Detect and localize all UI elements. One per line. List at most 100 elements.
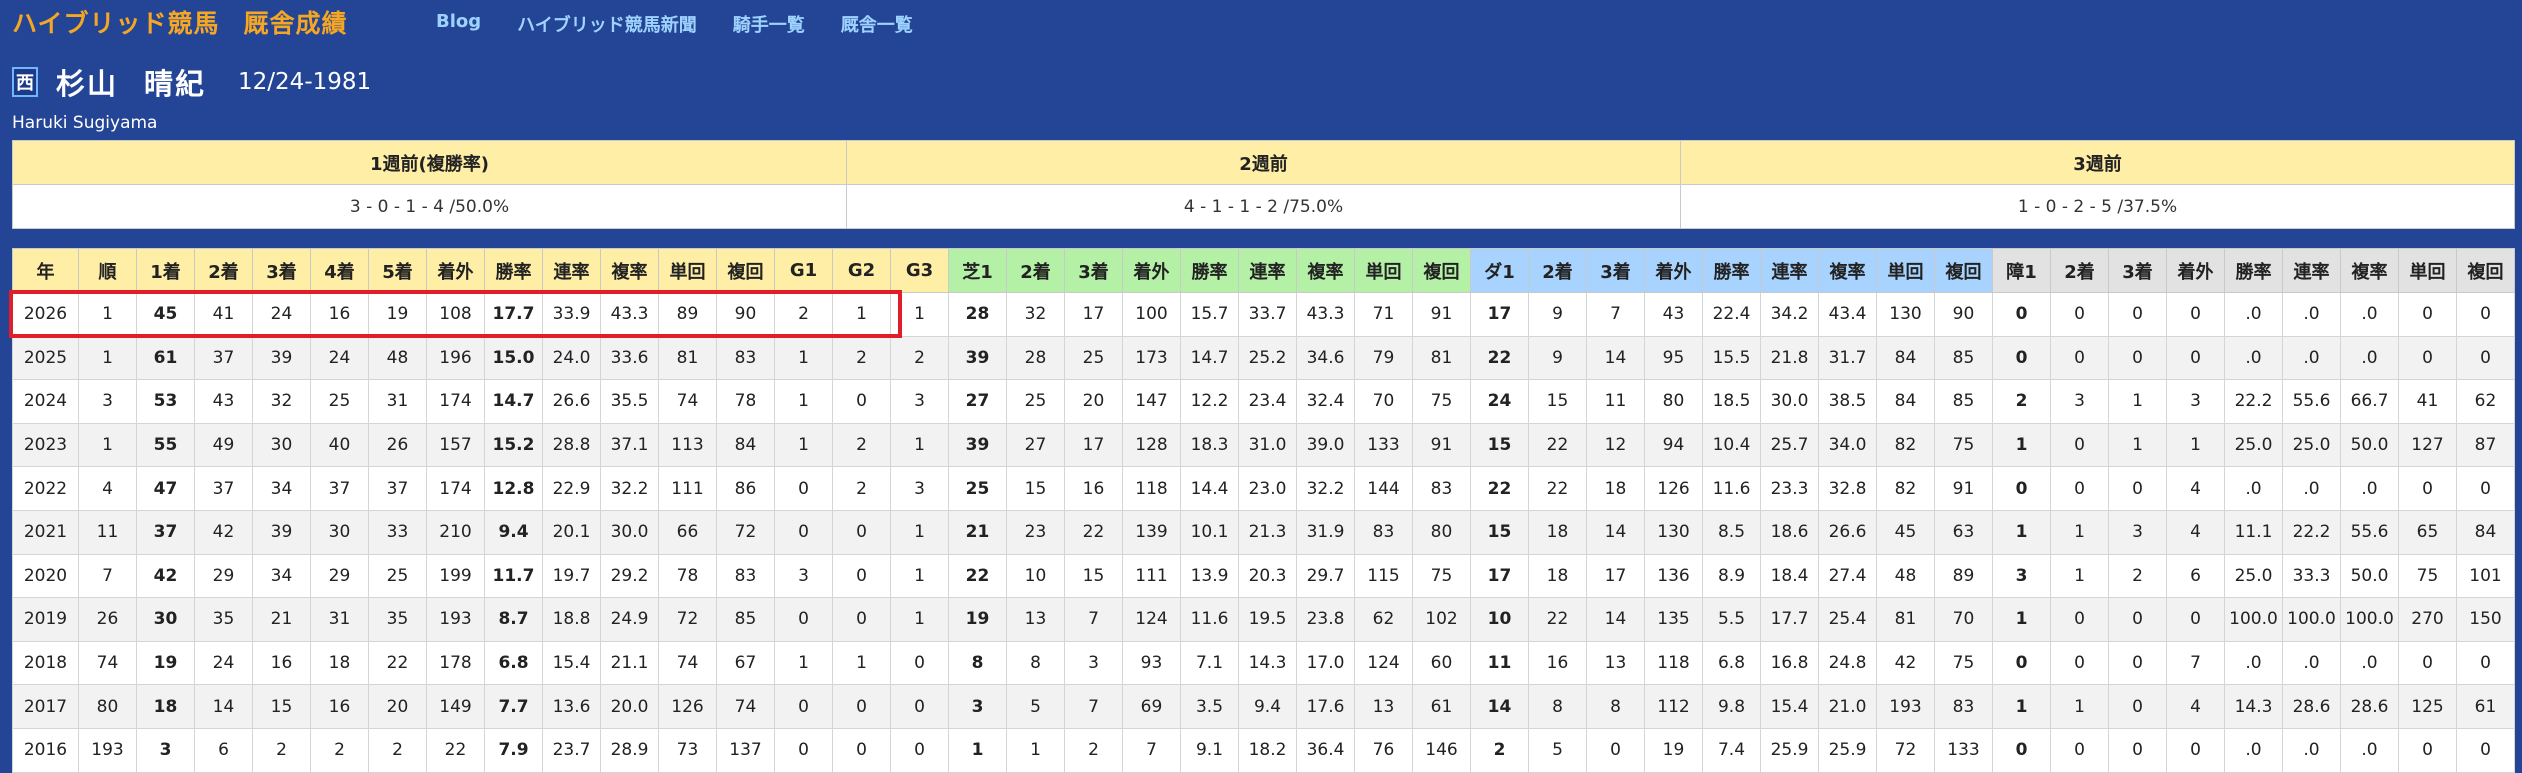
stats-header-1[interactable]: 順: [78, 248, 137, 293]
stats-header-21[interactable]: 連率: [1238, 248, 1297, 293]
stats-cell: 108: [426, 292, 485, 337]
stats-header-6[interactable]: 5着: [368, 248, 427, 293]
stats-header-42[interactable]: 複回: [2456, 248, 2515, 293]
stats-header-11[interactable]: 単回: [658, 248, 717, 293]
stats-header-27[interactable]: 3着: [1586, 248, 1645, 293]
stats-header-22[interactable]: 複率: [1296, 248, 1355, 293]
stats-header-36[interactable]: 3着: [2108, 248, 2167, 293]
stats-cell: 17.0: [1296, 640, 1355, 686]
stats-cell: 8: [948, 640, 1007, 686]
stats-cell: 2017: [12, 684, 79, 729]
stats-header-4[interactable]: 3着: [252, 248, 311, 293]
stats-cell: 9.4: [1238, 684, 1297, 729]
stats-header-19[interactable]: 着外: [1122, 248, 1181, 293]
stats-cell: 32.2: [600, 466, 659, 511]
stats-cell: 33: [368, 509, 427, 555]
nav-jockey-list[interactable]: 騎手一覧: [733, 11, 805, 37]
stats-cell: 7.9: [484, 727, 543, 773]
stats-cell: 29: [310, 553, 369, 599]
stats-cell: 0: [832, 553, 891, 599]
jockey-name: 杉山 晴紀: [56, 61, 206, 103]
stats-header-40[interactable]: 複率: [2340, 248, 2399, 293]
stats-cell: 118: [1644, 640, 1703, 686]
stats-header-33[interactable]: 複回: [1934, 248, 1993, 293]
stats-cell: 3: [2050, 379, 2109, 424]
stats-header-0[interactable]: 年: [12, 248, 79, 293]
stats-cell: 67: [716, 640, 775, 686]
stats-header-25[interactable]: ダ1: [1470, 248, 1529, 293]
stats-header-row: 年順 1着 2着 3着 4着 5着 着外 勝率 連率 複率 単回 複回 G1 G2 G3 芝1 2着 3着 着外 勝率…: [12, 248, 2515, 293]
stats-cell: 81: [1412, 335, 1471, 381]
week-3-value: 1 - 0 - 2 - 5 /37.5%: [1680, 184, 2515, 229]
stats-cell: 0: [2108, 684, 2167, 729]
stats-cell: 13: [1006, 597, 1065, 642]
stats-cell: 2019: [12, 597, 79, 642]
stats-cell: 83: [716, 553, 775, 599]
stats-cell: 90: [1934, 292, 1993, 337]
brand-name: ハイブリッド競馬: [12, 9, 220, 38]
stats-cell: 10.4: [1702, 422, 1761, 468]
stats-header-9[interactable]: 連率: [542, 248, 601, 293]
stats-header-7[interactable]: 着外: [426, 248, 485, 293]
stats-header-18[interactable]: 3着: [1064, 248, 1123, 293]
nav-blog[interactable]: Blog: [436, 11, 481, 37]
stats-header-15[interactable]: G3: [890, 248, 949, 293]
stats-header-17[interactable]: 2着: [1006, 248, 1065, 293]
stats-header-14[interactable]: G2: [832, 248, 891, 293]
stats-header-37[interactable]: 着外: [2166, 248, 2225, 293]
stats-cell: 3: [1064, 640, 1123, 686]
stats-cell: 2: [832, 466, 891, 511]
nav-stable-list[interactable]: 厩舎一覧: [841, 11, 913, 37]
stats-header-32[interactable]: 単回: [1876, 248, 1935, 293]
stats-header-34[interactable]: 障1: [1992, 248, 2051, 293]
stats-cell: 18.6: [1760, 509, 1819, 555]
stats-cell: 17.7: [1760, 597, 1819, 642]
stats-cell: 0: [2398, 466, 2457, 511]
stats-header-38[interactable]: 勝率: [2224, 248, 2283, 293]
stats-header-26[interactable]: 2着: [1528, 248, 1587, 293]
stats-header-20[interactable]: 勝率: [1180, 248, 1239, 293]
stats-header-5[interactable]: 4着: [310, 248, 369, 293]
stats-header-8[interactable]: 勝率: [484, 248, 543, 293]
week-3-header: 3週前: [1680, 140, 2515, 185]
stats-header-29[interactable]: 勝率: [1702, 248, 1761, 293]
stats-header-31[interactable]: 複率: [1818, 248, 1877, 293]
stats-cell: 9.8: [1702, 684, 1761, 729]
stats-cell: 111: [658, 466, 717, 511]
stats-cell: 2: [832, 335, 891, 381]
stats-cell: 33.9: [542, 292, 601, 337]
stats-cell: 2025: [12, 335, 79, 381]
stats-cell: 25: [948, 466, 1007, 511]
stats-header-24[interactable]: 複回: [1412, 248, 1471, 293]
stats-header-28[interactable]: 着外: [1644, 248, 1703, 293]
stats-cell: 9.4: [484, 509, 543, 555]
stats-row-2021: 2021 11 37 42 39 30 33 210 9.4 20.1 30.0 66 72 0 0 1 21 2…: [12, 509, 2515, 555]
stats-cell: 2: [1064, 727, 1123, 773]
stats-header-35[interactable]: 2着: [2050, 248, 2109, 293]
stats-cell: 47: [136, 466, 195, 511]
stats-cell: 1: [890, 597, 949, 642]
stats-header-30[interactable]: 連率: [1760, 248, 1819, 293]
stats-header-10[interactable]: 複率: [600, 248, 659, 293]
nav-newspaper[interactable]: ハイブリッド競馬新聞: [517, 11, 697, 37]
stats-cell: 90: [716, 292, 775, 337]
stats-cell: 1: [1006, 727, 1065, 773]
stats-cell: 26: [78, 597, 137, 642]
stats-cell: 14: [1470, 684, 1529, 729]
stats-header-2[interactable]: 1着: [136, 248, 195, 293]
stats-cell: 15.4: [542, 640, 601, 686]
stats-header-16[interactable]: 芝1: [948, 248, 1007, 293]
stats-cell: 124: [1354, 640, 1413, 686]
stats-header-23[interactable]: 単回: [1354, 248, 1413, 293]
stats-header-12[interactable]: 複回: [716, 248, 775, 293]
stats-cell: 76: [1354, 727, 1413, 773]
stats-cell: 65: [2398, 509, 2457, 555]
stats-cell: 75: [1934, 640, 1993, 686]
stats-header-3[interactable]: 2着: [194, 248, 253, 293]
brand-title[interactable]: ハイブリッド競馬 厩舎成績: [12, 4, 348, 40]
stats-cell: 150: [2456, 597, 2515, 642]
stats-header-39[interactable]: 連率: [2282, 248, 2341, 293]
stats-cell: 31.7: [1818, 335, 1877, 381]
stats-header-13[interactable]: G1: [774, 248, 833, 293]
stats-header-41[interactable]: 単回: [2398, 248, 2457, 293]
